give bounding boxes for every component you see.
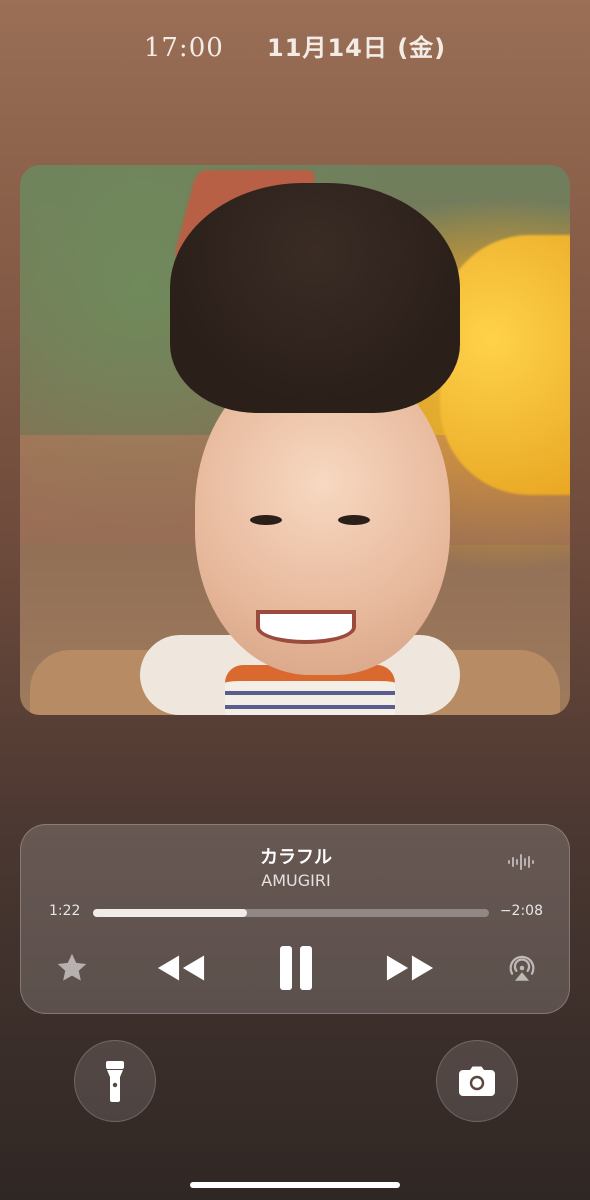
track-title: カラフル (260, 847, 332, 868)
playback-progress-fill (93, 909, 248, 917)
fast-forward-icon (386, 955, 434, 981)
transport-controls (21, 943, 571, 993)
home-indicator[interactable] (190, 1182, 400, 1188)
clock-time: 17:00 (143, 33, 224, 63)
flashlight-button[interactable] (74, 1040, 156, 1122)
artwork-smile (256, 610, 356, 644)
track-artist: AMUGIRI (261, 871, 331, 890)
waveform-icon (508, 854, 534, 870)
airplay-audio-icon (509, 955, 535, 981)
flashlight-icon (106, 1061, 124, 1102)
star-icon (57, 953, 87, 981)
pause-icon (280, 946, 312, 990)
artwork-left-eye (250, 515, 282, 525)
rewind-button[interactable] (156, 943, 206, 993)
elapsed-time: 1:22 (49, 903, 81, 919)
favorite-button[interactable] (47, 943, 97, 993)
artwork-right-eye (338, 515, 370, 525)
album-artwork[interactable] (20, 165, 570, 715)
date-label: 11月14日 (金) (267, 34, 447, 62)
artwork-hair (170, 183, 460, 413)
camera-icon (459, 1066, 495, 1096)
rewind-icon (157, 955, 205, 981)
camera-button[interactable] (436, 1040, 518, 1122)
airplay-button[interactable] (497, 943, 547, 993)
forward-button[interactable] (385, 943, 435, 993)
now-playing-card[interactable]: カラフル AMUGIRI 1:22 −2:08 (20, 824, 570, 1014)
lock-screen-header: 17:00 11月14日 (金) (0, 28, 590, 63)
playback-scrubber[interactable] (93, 909, 489, 917)
play-pause-button[interactable] (271, 943, 321, 993)
remaining-time: −2:08 (499, 903, 543, 919)
artwork-background-slide (440, 235, 570, 495)
